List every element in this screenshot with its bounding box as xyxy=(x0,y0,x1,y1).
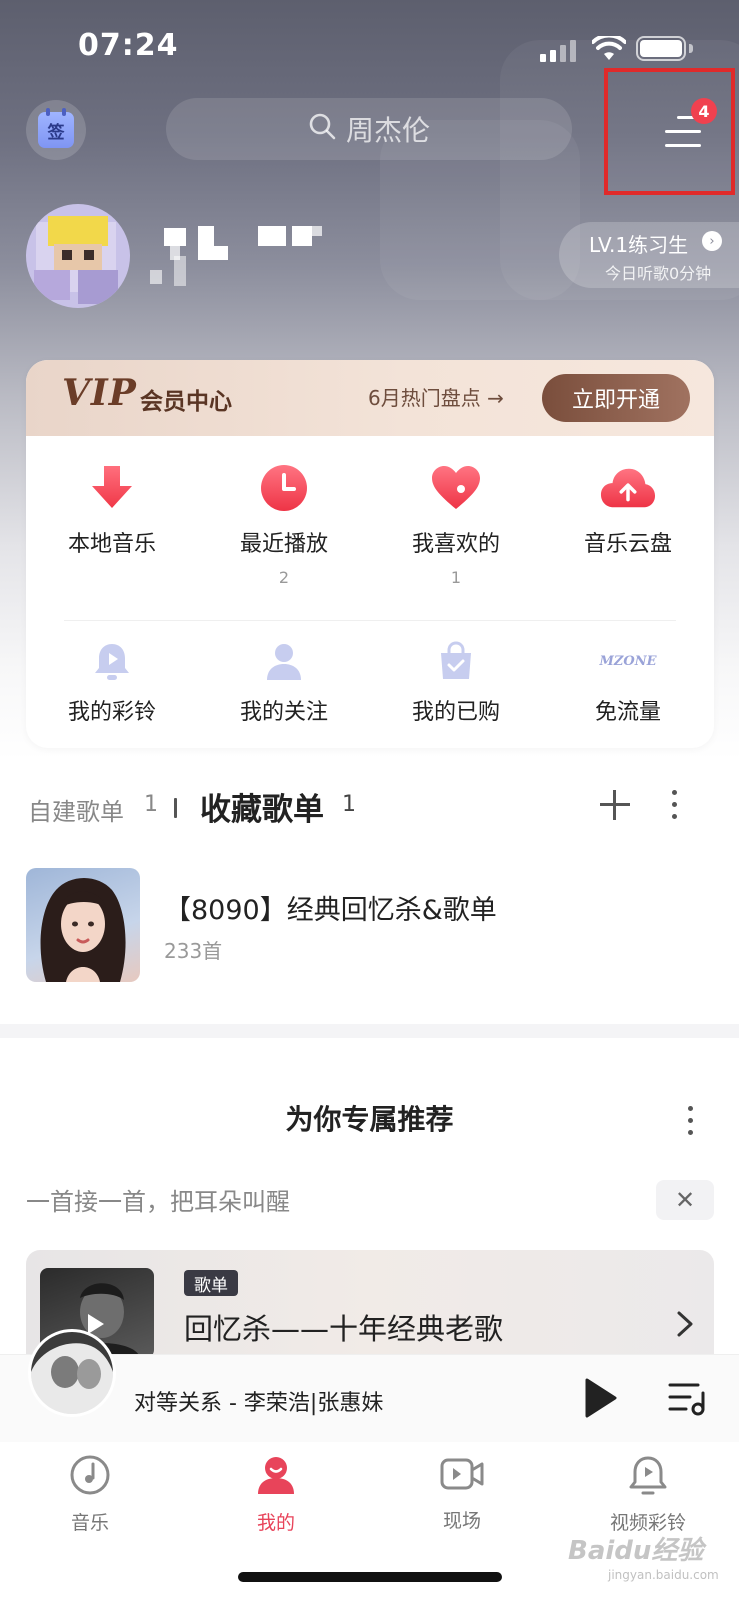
mini-player[interactable]: 对等关系 - 李荣浩|张惠妹 xyxy=(0,1329,739,1442)
tab-indicator xyxy=(174,798,177,818)
video-icon xyxy=(440,1454,484,1498)
grid-item-my-following[interactable]: 我的关注 xyxy=(198,638,370,726)
grid-count: 2 xyxy=(278,568,290,587)
clock-icon xyxy=(256,460,312,516)
cloud-upload-icon xyxy=(600,460,656,516)
avatar[interactable] xyxy=(26,204,130,308)
play-icon[interactable] xyxy=(584,1377,618,1423)
tab-label: 我的 xyxy=(256,1512,295,1534)
home-indicator xyxy=(238,1572,502,1582)
grid-item-free-data[interactable]: MZONE 免流量 xyxy=(542,638,714,726)
playlist-item[interactable]: 【8090】经典回忆杀&歌单 233首 xyxy=(26,868,716,984)
section-divider xyxy=(0,1024,739,1038)
grid-item-my-ringtone[interactable]: 我的彩铃 xyxy=(26,638,198,726)
watermark-site: jingyan.baidu.com xyxy=(608,1568,719,1582)
playlist-cover xyxy=(26,868,140,982)
playlist-song-count: 233首 xyxy=(164,939,223,963)
download-arrow-icon xyxy=(84,460,140,516)
level-title: LV.1练习生 xyxy=(589,233,689,257)
album-disc xyxy=(28,1329,116,1417)
recommend-name: 回忆杀——十年经典老歌 xyxy=(184,1312,504,1346)
grid-label: 我的已购 xyxy=(411,700,500,725)
grid-item-favorites[interactable]: 我喜欢的 1 xyxy=(370,460,542,588)
chevron-right-icon: › xyxy=(702,231,722,251)
shopping-bag-icon xyxy=(433,638,479,684)
tab-label: 音乐 xyxy=(70,1512,109,1534)
playlist-tabs: 自建歌单 1 收藏歌单 1 xyxy=(28,784,718,834)
grid-item-cloud-drive[interactable]: 音乐云盘 xyxy=(542,460,714,588)
vinyl-disc-icon xyxy=(69,1454,111,1500)
grid-label: 本地音乐 xyxy=(67,532,156,557)
recommend-subtitle: 一首接一首，把耳朵叫醒 xyxy=(26,1188,290,1216)
playlist-title: 【8090】经典回忆杀&歌单 xyxy=(164,895,497,926)
quick-grid-row-1: 本地音乐 最近播放 2 我喜欢的 1 音乐云盘 xyxy=(26,460,714,588)
wifi-icon xyxy=(591,33,627,66)
watermark-brand: Baidu经验 xyxy=(568,1536,704,1566)
more-options-icon[interactable] xyxy=(669,788,679,822)
grid-label: 音乐云盘 xyxy=(583,532,672,557)
status-time: 07:24 xyxy=(78,28,179,63)
tab-created-playlists[interactable]: 自建歌单 xyxy=(28,792,124,827)
grid-label: 最近播放 xyxy=(239,532,328,557)
grid-label: 我的彩铃 xyxy=(67,700,156,725)
battery-cap xyxy=(689,44,693,53)
close-icon[interactable]: ✕ xyxy=(656,1180,714,1220)
ringtone-bell-icon xyxy=(627,1454,669,1500)
recommend-more-icon[interactable] xyxy=(685,1104,695,1138)
signal-icon xyxy=(540,40,580,62)
grid-label: 我的关注 xyxy=(239,700,328,725)
grid-item-purchased[interactable]: 我的已购 xyxy=(370,638,542,726)
grid-item-local-music[interactable]: 本地音乐 xyxy=(26,460,198,588)
recommend-tag: 歌单 xyxy=(184,1270,238,1296)
battery-icon xyxy=(636,36,686,61)
level-chip[interactable]: LV.1练习生 › 今日听歌0分钟 xyxy=(559,222,739,288)
member-card: VIP 会员中心 6月热门盘点 → 立即开通 本地音乐 最近播放 2 我喜欢的 … xyxy=(26,360,714,748)
search-input[interactable]: 周杰伦 xyxy=(166,98,572,160)
grid-divider xyxy=(64,620,676,621)
mzone-icon-text: MZONE xyxy=(599,653,657,669)
ringtone-bell-icon xyxy=(89,638,135,684)
tab-video-ringtone[interactable]: 视频彩铃 xyxy=(588,1454,708,1535)
notification-badge: 4 xyxy=(691,98,717,124)
chevron-right-icon xyxy=(676,1310,694,1345)
vip-open-button[interactable]: 立即开通 xyxy=(542,374,690,422)
grid-label: 我喜欢的 xyxy=(411,532,500,557)
recommend-card[interactable]: 歌单 回忆杀——十年经典老歌 xyxy=(26,1250,714,1354)
tab-live[interactable]: 现场 xyxy=(402,1454,522,1533)
now-playing-song: 对等关系 - 李荣浩|张惠妹 xyxy=(134,1391,384,1416)
tab-mine[interactable]: 我的 xyxy=(216,1454,336,1535)
vip-bar[interactable]: VIP 会员中心 6月热门盘点 → 立即开通 xyxy=(26,360,714,436)
username-pixelated xyxy=(150,220,340,300)
tab-created-count: 1 xyxy=(144,792,158,817)
add-playlist-button[interactable] xyxy=(598,788,632,822)
mzone-icon: MZONE xyxy=(600,638,657,684)
playlist-queue-icon[interactable] xyxy=(668,1381,708,1421)
checkin-button[interactable]: 签 xyxy=(26,100,86,160)
person-icon xyxy=(261,638,307,684)
tab-music[interactable]: 音乐 xyxy=(30,1454,150,1535)
person-icon xyxy=(255,1454,297,1500)
grid-label: 免流量 xyxy=(594,700,661,725)
tab-label: 现场 xyxy=(442,1510,481,1532)
tab-collected-playlists[interactable]: 收藏歌单 xyxy=(200,784,324,829)
calendar-checkin-icon: 签 xyxy=(38,108,74,148)
grid-count: 1 xyxy=(450,568,462,587)
vip-promo-link[interactable]: 6月热门盘点 → xyxy=(368,382,504,411)
tab-collected-count: 1 xyxy=(342,792,356,817)
listen-today: 今日听歌0分钟 xyxy=(605,264,712,283)
search-placeholder: 周杰伦 xyxy=(345,114,430,147)
grid-item-recent-play[interactable]: 最近播放 2 xyxy=(198,460,370,588)
heart-icon xyxy=(428,460,484,516)
vip-center-label: 会员中心 xyxy=(140,389,232,415)
recommend-title: 为你专属推荐 xyxy=(285,1103,454,1136)
quick-grid-row-2: 我的彩铃 我的关注 我的已购 MZONE 免流量 xyxy=(26,638,714,726)
search-icon xyxy=(308,112,336,147)
vip-logo: VIP xyxy=(62,372,137,414)
